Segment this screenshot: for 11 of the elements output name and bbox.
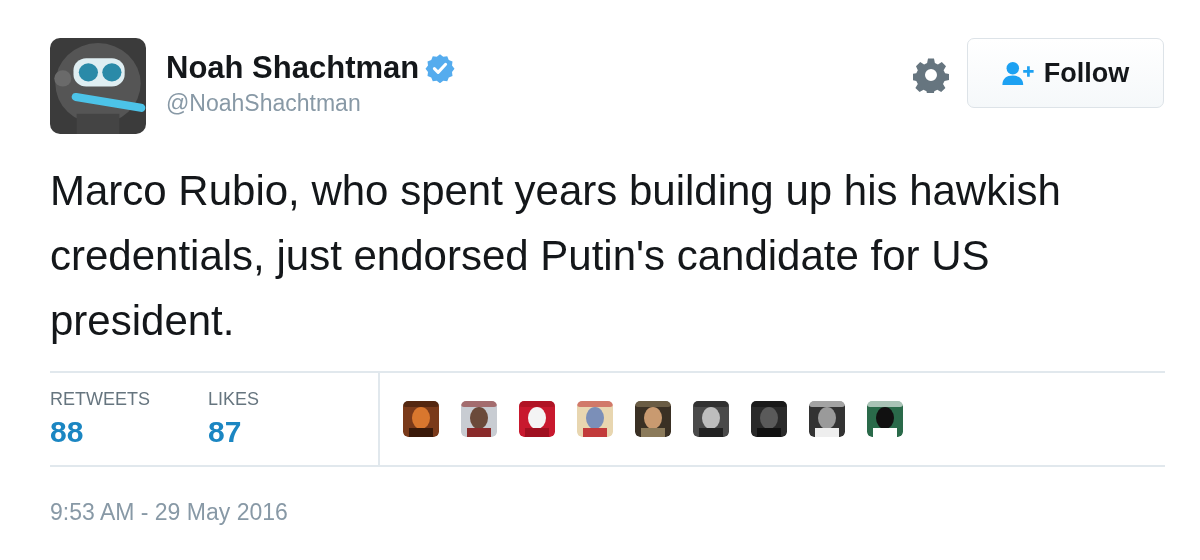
author-name[interactable]: Noah Shachtman: [166, 50, 420, 86]
stat-label[interactable]: LIKES: [208, 389, 260, 410]
settings-icon[interactable]: [913, 57, 949, 93]
stat-count[interactable]: 87: [208, 415, 260, 449]
tweet-timestamp[interactable]: 9:53 AM - 29 May 2016: [50, 499, 1164, 526]
author-handle[interactable]: @NoahShachtman: [166, 90, 913, 117]
stat-label[interactable]: RETWEETS: [50, 389, 150, 410]
add-person-icon: [1001, 60, 1034, 86]
stat-count[interactable]: 88: [50, 415, 150, 449]
tweet-text: Marco Rubio, who spent years building up his hawkish credentials, just endorsed Putin's candidate for US president.: [50, 166, 1062, 346]
follow-button[interactable]: Follow: [967, 38, 1164, 108]
